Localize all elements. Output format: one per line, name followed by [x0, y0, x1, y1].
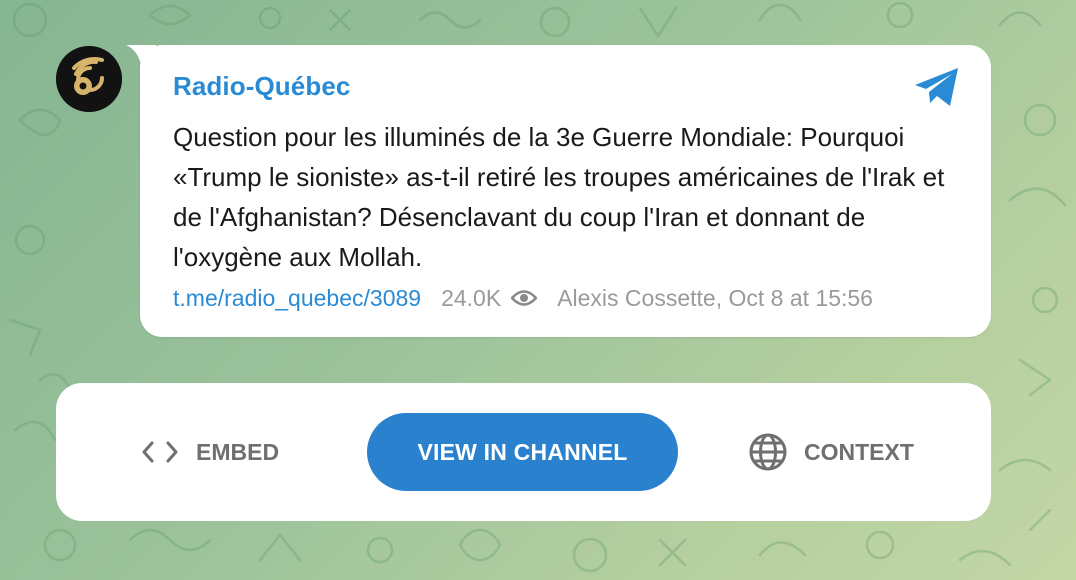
embed-button[interactable]: EMBED — [140, 433, 279, 471]
view-count: 24.0K — [441, 284, 502, 311]
post-link[interactable]: t.me/radio_quebec/3089 — [173, 285, 421, 312]
eye-icon — [511, 290, 538, 306]
message-bubble: Radio-Québec Question pour les illuminés… — [140, 45, 991, 337]
embed-label: EMBED — [196, 438, 280, 465]
view-in-channel-button[interactable]: VIEW IN CHANNEL — [367, 413, 678, 491]
radio-signal-avatar-icon — [56, 46, 122, 112]
channel-name[interactable]: Radio-Québec — [173, 71, 350, 102]
author-date: Alexis Cossette, Oct 8 at 15:56 — [557, 284, 873, 311]
message-text: Question pour les illuminés de la 3e Gue… — [173, 122, 945, 272]
code-icon — [142, 441, 178, 463]
telegram-icon[interactable] — [912, 65, 962, 109]
channel-avatar[interactable] — [56, 46, 122, 112]
context-label: CONTEXT — [804, 438, 914, 465]
context-button[interactable]: CONTEXT — [748, 431, 914, 473]
message-meta: t.me/radio_quebec/3089 24.0K Alexis Coss… — [173, 283, 973, 313]
action-bar: EMBED VIEW IN CHANNEL CONTEXT — [56, 383, 991, 521]
globe-icon — [749, 433, 787, 471]
